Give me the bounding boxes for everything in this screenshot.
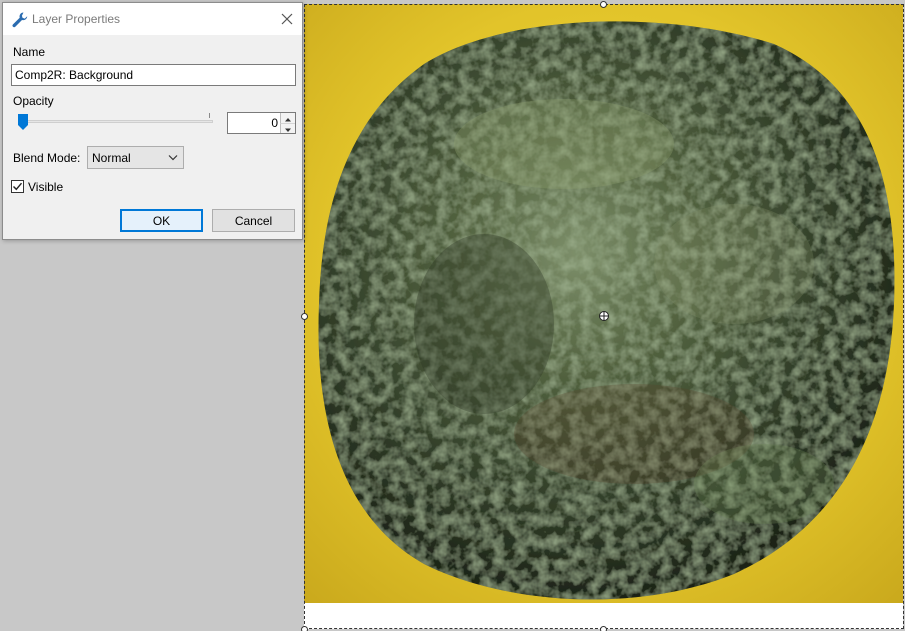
move-center-icon[interactable] <box>598 310 610 322</box>
spin-up-button[interactable] <box>280 113 295 123</box>
selection-handle-bottom[interactable] <box>600 626 607 631</box>
checkmark-icon <box>13 182 23 191</box>
visible-checkbox[interactable] <box>11 180 24 193</box>
opacity-slider-track[interactable] <box>19 120 213 123</box>
wrench-icon <box>12 12 28 28</box>
visible-label: Visible <box>28 180 64 194</box>
spin-down-button[interactable] <box>280 123 295 133</box>
selection-handle-bottom-left[interactable] <box>301 626 308 631</box>
ok-button[interactable]: OK <box>120 209 203 232</box>
opacity-label: Opacity <box>13 94 54 108</box>
blend-mode-select[interactable]: Normal <box>87 146 184 169</box>
opacity-value[interactable]: 0 <box>271 116 278 130</box>
layer-name-input[interactable] <box>11 64 296 86</box>
blend-mode-value: Normal <box>92 151 131 165</box>
selection-handle-left[interactable] <box>301 313 308 320</box>
opacity-spinbox[interactable]: 0 <box>227 112 296 134</box>
selection-handle-top[interactable] <box>600 1 607 8</box>
dialog-titlebar[interactable]: Layer Properties <box>3 3 302 35</box>
coin-photo <box>304 4 903 603</box>
blend-mode-label: Blend Mode: <box>13 151 81 165</box>
opacity-slider-thumb[interactable] <box>17 113 29 131</box>
close-icon[interactable] <box>279 11 295 27</box>
dialog-title: Layer Properties <box>32 12 121 26</box>
opacity-slider-tick <box>209 113 210 118</box>
name-label: Name <box>13 45 46 59</box>
layer-properties-dialog: Layer Properties Name Opacity 0 Blend Mo… <box>2 2 303 240</box>
chevron-down-icon <box>168 155 178 161</box>
arrow-down-icon <box>285 128 291 132</box>
cancel-button[interactable]: Cancel <box>212 209 295 232</box>
